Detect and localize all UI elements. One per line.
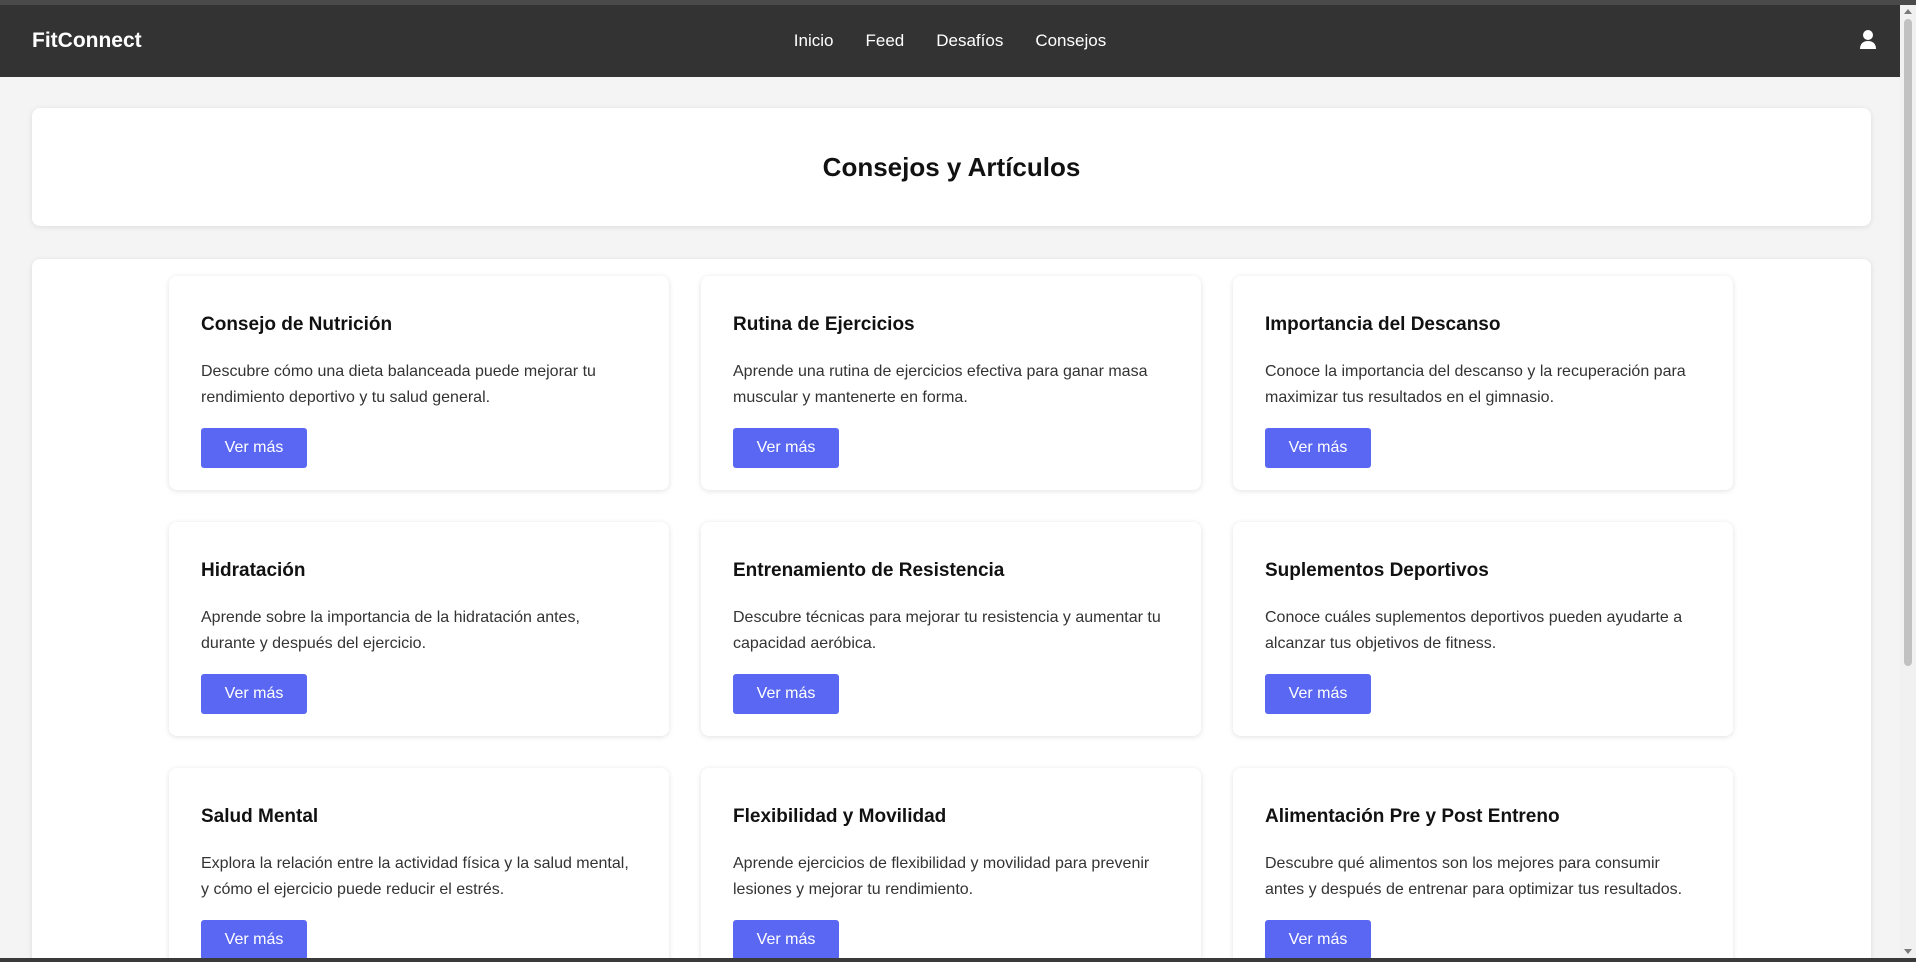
article-title: Alimentación Pre y Post Entreno <box>1265 806 1560 827</box>
article-card: Suplementos Deportivos Conoce cuáles sup… <box>1233 522 1733 736</box>
scrollbar-thumb[interactable] <box>1904 19 1912 666</box>
article-title: Importancia del Descanso <box>1265 314 1501 335</box>
article-card: Salud Mental Explora la relación entre l… <box>169 768 669 962</box>
article-description: Conoce cuáles suplementos deportivos pue… <box>1265 609 1683 652</box>
article-description: Descubre técnicas para mejorar tu resist… <box>733 609 1161 652</box>
nav-link-feed[interactable]: Feed <box>865 31 904 51</box>
scroll-down-arrow-icon[interactable] <box>1904 949 1912 954</box>
article-description: Descubre qué alimentos son los mejores p… <box>1265 855 1683 898</box>
article-description: Aprende sobre la importancia de la hidra… <box>201 609 580 652</box>
page-header: Consejos y Artículos <box>32 108 1871 226</box>
nav-link-desafios[interactable]: Desafíos <box>936 31 1003 51</box>
ver-mas-button[interactable]: Ver más <box>201 428 307 468</box>
nav-link-consejos[interactable]: Consejos <box>1035 31 1106 51</box>
ver-mas-button[interactable]: Ver más <box>733 428 839 468</box>
ver-mas-button[interactable]: Ver más <box>201 920 307 960</box>
article-title: Salud Mental <box>201 806 319 827</box>
page-title: Consejos y Artículos <box>822 151 1081 182</box>
articles-grid: Consejo de Nutrición Descubre cómo una d… <box>169 276 1735 962</box>
window-bottom-border <box>0 958 1916 962</box>
article-description: Aprende ejercicios de flexibilidad y mov… <box>733 855 1150 898</box>
scroll-up-arrow-icon[interactable] <box>1904 9 1912 14</box>
nav-links: Inicio Feed Desafíos Consejos <box>0 5 1900 77</box>
navbar: FitConnect Inicio Feed Desafíos Consejos <box>0 5 1900 77</box>
user-icon[interactable] <box>1858 29 1878 51</box>
article-card: Importancia del Descanso Conoce la impor… <box>1233 276 1733 490</box>
article-description: Descubre cómo una dieta balanceada puede… <box>201 363 596 406</box>
ver-mas-button[interactable]: Ver más <box>201 674 307 714</box>
vertical-scrollbar[interactable] <box>1900 5 1916 962</box>
ver-mas-button[interactable]: Ver más <box>1265 428 1371 468</box>
main-content: Consejos y Artículos Consejo de Nutrició… <box>0 77 1900 962</box>
article-description: Conoce la importancia del descanso y la … <box>1265 363 1686 406</box>
article-card: Rutina de Ejercicios Aprende una rutina … <box>701 276 1201 490</box>
article-title: Suplementos Deportivos <box>1265 560 1489 581</box>
article-title: Rutina de Ejercicios <box>733 314 915 335</box>
nav-link-inicio[interactable]: Inicio <box>794 31 834 51</box>
article-card: Hidratación Aprende sobre la importancia… <box>169 522 669 736</box>
article-title: Entrenamiento de Resistencia <box>733 560 1005 581</box>
article-description: Aprende una rutina de ejercicios efectiv… <box>733 363 1148 406</box>
article-title: Hidratación <box>201 560 306 581</box>
article-card: Flexibilidad y Movilidad Aprende ejercic… <box>701 768 1201 962</box>
articles-section: Consejo de Nutrición Descubre cómo una d… <box>32 259 1871 962</box>
ver-mas-button[interactable]: Ver más <box>733 674 839 714</box>
ver-mas-button[interactable]: Ver más <box>1265 674 1371 714</box>
article-title: Consejo de Nutrición <box>201 314 393 335</box>
article-card: Entrenamiento de Resistencia Descubre té… <box>701 522 1201 736</box>
article-card: Alimentación Pre y Post Entreno Descubre… <box>1233 768 1733 962</box>
article-card: Consejo de Nutrición Descubre cómo una d… <box>169 276 669 490</box>
ver-mas-button[interactable]: Ver más <box>1265 920 1371 960</box>
ver-mas-button[interactable]: Ver más <box>733 920 839 960</box>
article-title: Flexibilidad y Movilidad <box>733 806 947 827</box>
article-description: Explora la relación entre la actividad f… <box>201 855 629 898</box>
